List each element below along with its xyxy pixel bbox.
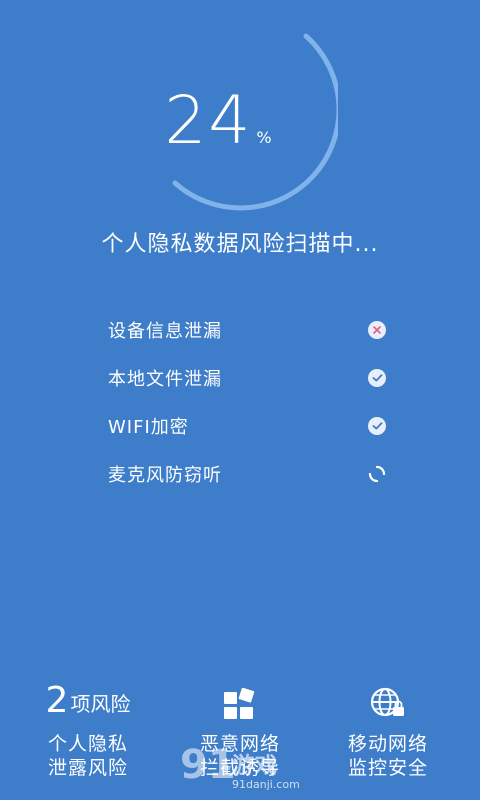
check-label: WIFI加密 [108,417,189,438]
summary-mobile-line2: 监控安全 [347,757,428,779]
scan-checklist: 设备信息泄漏 本地文件泄漏 WIFI加密 麦克风防窃听 [108,306,388,498]
risk-count: 2 项风险 [18,672,158,720]
progress-unit: % [256,128,272,147]
summary-malicious-network[interactable]: 恶意网络 拦截诱导 [160,672,320,780]
summary-privacy[interactable]: 2 项风险 个人隐私 泄露风险 [18,672,158,780]
check-item-device-info: 设备信息泄漏 [108,306,388,354]
summary-malicious-line2: 拦截诱导 [199,757,280,779]
scan-status-text: 个人隐私数据风险扫描中... [101,232,379,257]
scan-progress-ring: 24% [128,20,338,220]
risk-count-suffix: 项风险 [70,692,131,716]
summary-privacy-line1: 个人隐私 [47,733,128,755]
check-label: 本地文件泄漏 [108,369,222,390]
check-item-wifi: WIFI加密 [108,402,388,450]
globe-lock-icon [370,687,404,717]
spinner-icon [366,463,388,485]
check-circle-icon [366,415,388,437]
x-circle-icon [366,319,388,341]
summary-privacy-line2: 泄露风险 [47,757,128,779]
check-label: 麦克风防窃听 [108,465,222,486]
summary-malicious-line1: 恶意网络 [199,733,280,755]
check-item-local-files: 本地文件泄漏 [108,354,388,402]
summary-bar: 2 项风险 个人隐私 泄露风险 恶意网络 拦截诱导 移动网络 监控安全 [0,672,480,800]
progress-value: 24 [164,82,253,159]
check-label: 设备信息泄漏 [108,321,222,342]
summary-mobile-network[interactable]: 移动网络 监控安全 [308,672,468,780]
blocked-network-tiles-icon [224,688,255,719]
check-item-microphone: 麦克风防窃听 [108,450,388,498]
progress-percent: 24% [128,82,308,159]
check-circle-icon [366,367,388,389]
summary-mobile-line1: 移动网络 [347,733,428,755]
risk-count-number: 2 [45,680,69,721]
